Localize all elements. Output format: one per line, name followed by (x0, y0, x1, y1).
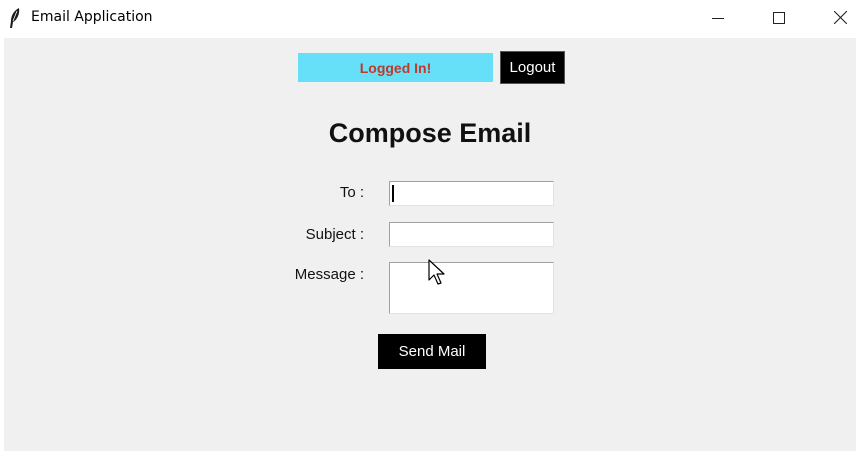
compose-heading-text: Compose Email (328, 118, 532, 148)
message-label: Message : (294, 266, 364, 283)
minimize-button[interactable] (695, 0, 741, 36)
logout-button[interactable]: Logout (500, 51, 565, 84)
login-status-label: Logged In! (298, 53, 493, 82)
send-mail-button[interactable]: Send Mail (378, 334, 486, 369)
mouse-pointer-icon (428, 259, 450, 287)
minimize-icon (712, 9, 724, 28)
to-label: To : (339, 184, 364, 201)
close-button[interactable] (817, 0, 859, 36)
subject-label: Subject : (305, 226, 364, 243)
app-window: Email Application Logged In! Logout Comp… (0, 0, 859, 455)
subject-input[interactable] (389, 222, 554, 247)
main-panel: Logged In! Logout Compose Email To : Sub… (4, 38, 856, 451)
maximize-button[interactable] (756, 0, 802, 36)
message-textarea[interactable] (389, 262, 554, 314)
text-caret (392, 185, 394, 202)
feather-icon (8, 7, 22, 29)
maximize-icon (773, 9, 785, 28)
title-bar[interactable]: Email Application (0, 0, 859, 36)
compose-heading: Compose Email (4, 118, 856, 149)
window-title: Email Application (31, 9, 153, 25)
close-icon (833, 9, 847, 28)
to-input[interactable] (389, 181, 554, 206)
